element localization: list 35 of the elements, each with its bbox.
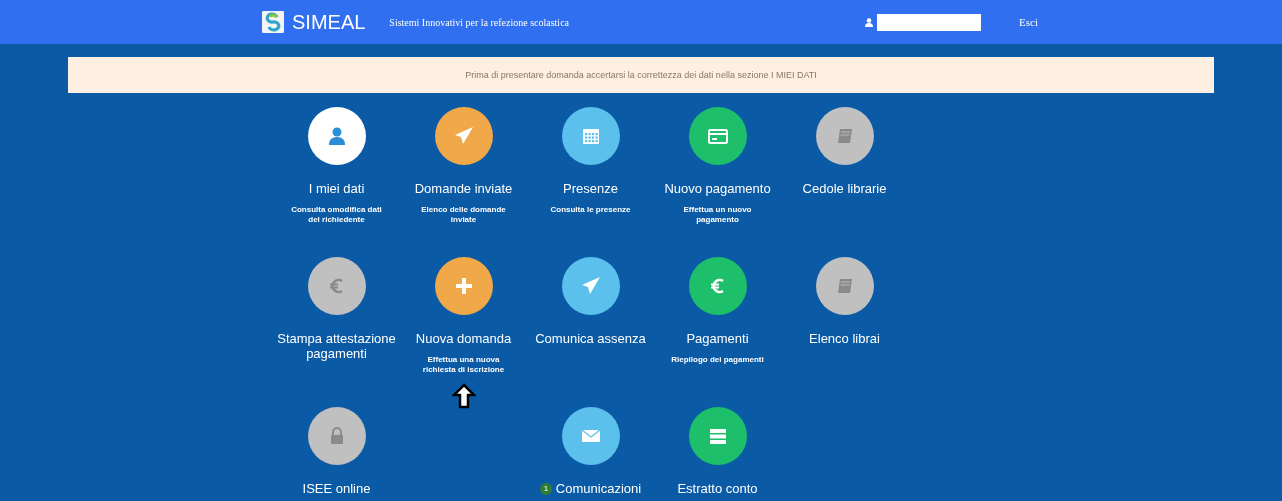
- tile-description: Consulta le presenze: [550, 205, 631, 215]
- menu-tile-button[interactable]: [307, 407, 366, 465]
- tile-title[interactable]: Comunicazioni: [555, 481, 642, 496]
- count-badge: 1: [539, 482, 552, 495]
- user-icon: [865, 17, 874, 27]
- app-name: SIMEAL: [292, 10, 366, 34]
- menu-tile-button[interactable]: [307, 107, 366, 165]
- logout-link[interactable]: Esci: [1019, 16, 1038, 28]
- username-field[interactable]: [877, 13, 982, 31]
- tile-title[interactable]: Stampa attestazione pagamenti: [276, 331, 397, 361]
- menu-tile-button[interactable]: [434, 107, 493, 165]
- tile-title[interactable]: Comunica assenza: [535, 331, 646, 346]
- tile-description: Riepilogo dei pagamenti: [671, 355, 764, 365]
- logo-icon: [262, 11, 284, 33]
- tile-description: Elenco delle domande inviate: [420, 205, 507, 225]
- tile-title[interactable]: Nuova domanda: [415, 331, 512, 346]
- tile-description: Consulta omodifica dati del richiedente: [290, 205, 383, 225]
- tile-title[interactable]: Elenco librai: [809, 331, 880, 346]
- notice-banner: Prima di presentare domanda accertarsi la correttezza dei dati nella sezione I MIEI DATI: [68, 57, 1214, 93]
- menu-tile-button[interactable]: [307, 257, 366, 315]
- tile-description: Effettua un nuovo pagamento: [682, 205, 753, 225]
- tile-title[interactable]: ISEE online: [302, 481, 371, 496]
- tile-title[interactable]: Nuovo pagamento: [664, 181, 771, 196]
- tile-title[interactable]: Presenze: [563, 181, 618, 196]
- menu-tile-button[interactable]: [434, 257, 493, 315]
- tile-title[interactable]: Cedole librarie: [802, 181, 887, 196]
- tile-title[interactable]: Pagamenti: [686, 331, 749, 346]
- tile-title[interactable]: Estratto conto: [677, 481, 758, 496]
- up-arrow-icon: [451, 383, 476, 409]
- menu-tile-button[interactable]: [815, 107, 874, 165]
- tile-title[interactable]: Domande inviate: [414, 181, 513, 196]
- tile-title[interactable]: I miei dati: [308, 181, 365, 196]
- tagline: Sistemi Innovativi per la refezione scolastica: [389, 16, 570, 28]
- tile-description: Effettua una nuova richiesta di iscrizione: [421, 355, 506, 375]
- menu-tile-button[interactable]: [815, 257, 874, 315]
